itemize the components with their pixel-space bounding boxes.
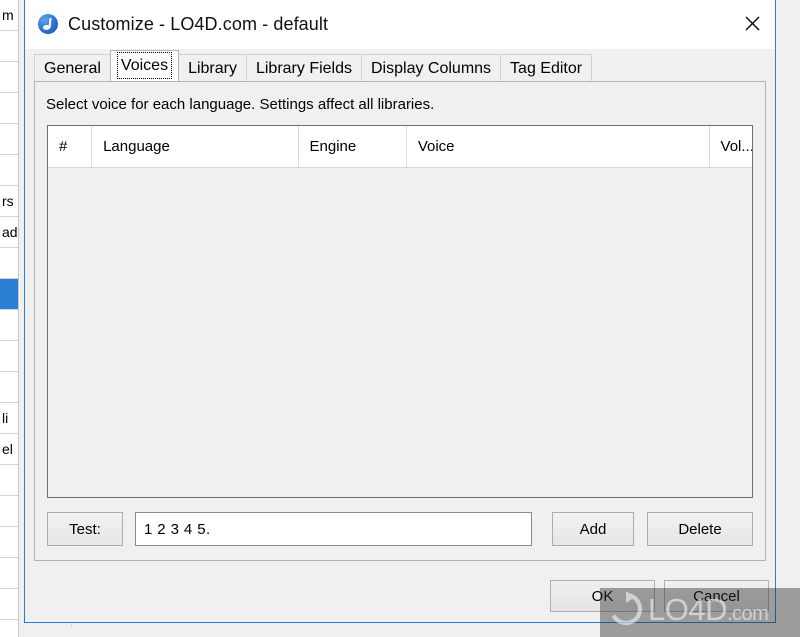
background-list-item[interactable] (0, 558, 18, 589)
background-list[interactable]: m rs ad li el (0, 0, 19, 637)
tab-display-columns-label: Display Columns (371, 60, 492, 77)
tab-tag-editor[interactable]: Tag Editor (500, 54, 593, 81)
background-list-item[interactable] (0, 93, 18, 124)
column-header-volume[interactable]: Vol... (709, 126, 752, 167)
background-list-item[interactable] (0, 341, 18, 372)
delete-button[interactable]: Delete (647, 512, 753, 546)
background-list-item[interactable] (0, 496, 18, 527)
background-list-item[interactable]: el (0, 434, 18, 465)
dialog-titlebar: Customize - LO4D.com - default (25, 0, 775, 49)
tab-library-fields[interactable]: Library Fields (245, 54, 362, 81)
ok-button[interactable]: OK (550, 580, 655, 612)
cancel-button[interactable]: Cancel (664, 580, 769, 612)
background-list-item[interactable] (0, 310, 18, 341)
voices-grid-body[interactable] (48, 168, 752, 497)
tab-strip: General Voices Library Library Fields Di… (34, 49, 766, 81)
tab-general[interactable]: General (34, 54, 111, 81)
background-list-item[interactable]: m (0, 0, 18, 31)
dialog-title: Customize - LO4D.com - default (68, 13, 329, 34)
tab-library-label: Library (188, 60, 237, 77)
test-button[interactable]: Test: (47, 512, 123, 546)
background-list-item[interactable]: ad (0, 217, 18, 248)
voices-grid[interactable]: # Language Engine Voice Vol... (47, 125, 753, 498)
close-icon[interactable] (729, 0, 775, 47)
panel-hint-text: Select voice for each language. Settings… (46, 96, 435, 113)
background-list-item[interactable] (0, 155, 18, 186)
background-list-item[interactable]: rs (0, 186, 18, 217)
background-list-item[interactable] (0, 62, 18, 93)
background-list-item[interactable] (0, 589, 18, 620)
tab-tag-editor-label: Tag Editor (510, 60, 583, 77)
background-list-item[interactable] (0, 31, 18, 62)
background-list-item[interactable]: li (0, 403, 18, 434)
add-button[interactable]: Add (552, 512, 634, 546)
music-note-icon (38, 14, 58, 34)
voices-grid-header: # Language Engine Voice Vol... (48, 126, 752, 168)
dialog-footer: OK Cancel (25, 570, 775, 622)
background-list-item[interactable] (0, 620, 18, 637)
tab-general-label: General (44, 60, 101, 77)
voices-tab-panel: Select voice for each language. Settings… (34, 81, 766, 561)
tab-voices-label: Voices (116, 52, 173, 79)
background-list-item[interactable] (0, 248, 18, 279)
voices-controls-row: Test: 1 2 3 4 5. Add Delete (35, 498, 765, 560)
column-header-language[interactable]: Language (92, 126, 299, 167)
tab-display-columns[interactable]: Display Columns (361, 54, 502, 81)
tab-voices[interactable]: Voices (109, 50, 180, 81)
customize-dialog: Customize - LO4D.com - default General V… (24, 0, 776, 623)
tab-library[interactable]: Library (178, 54, 247, 81)
tab-library-fields-label: Library Fields (255, 60, 352, 77)
background-list-item[interactable] (0, 279, 18, 310)
column-header-number[interactable]: # (48, 126, 93, 167)
background-list-item[interactable] (0, 124, 18, 155)
column-header-engine[interactable]: Engine (298, 126, 407, 167)
background-list-item[interactable] (0, 465, 18, 496)
column-header-voice[interactable]: Voice (406, 126, 710, 167)
background-list-item[interactable] (0, 527, 18, 558)
background-list-item[interactable] (0, 372, 18, 403)
test-input[interactable]: 1 2 3 4 5. (135, 512, 532, 546)
